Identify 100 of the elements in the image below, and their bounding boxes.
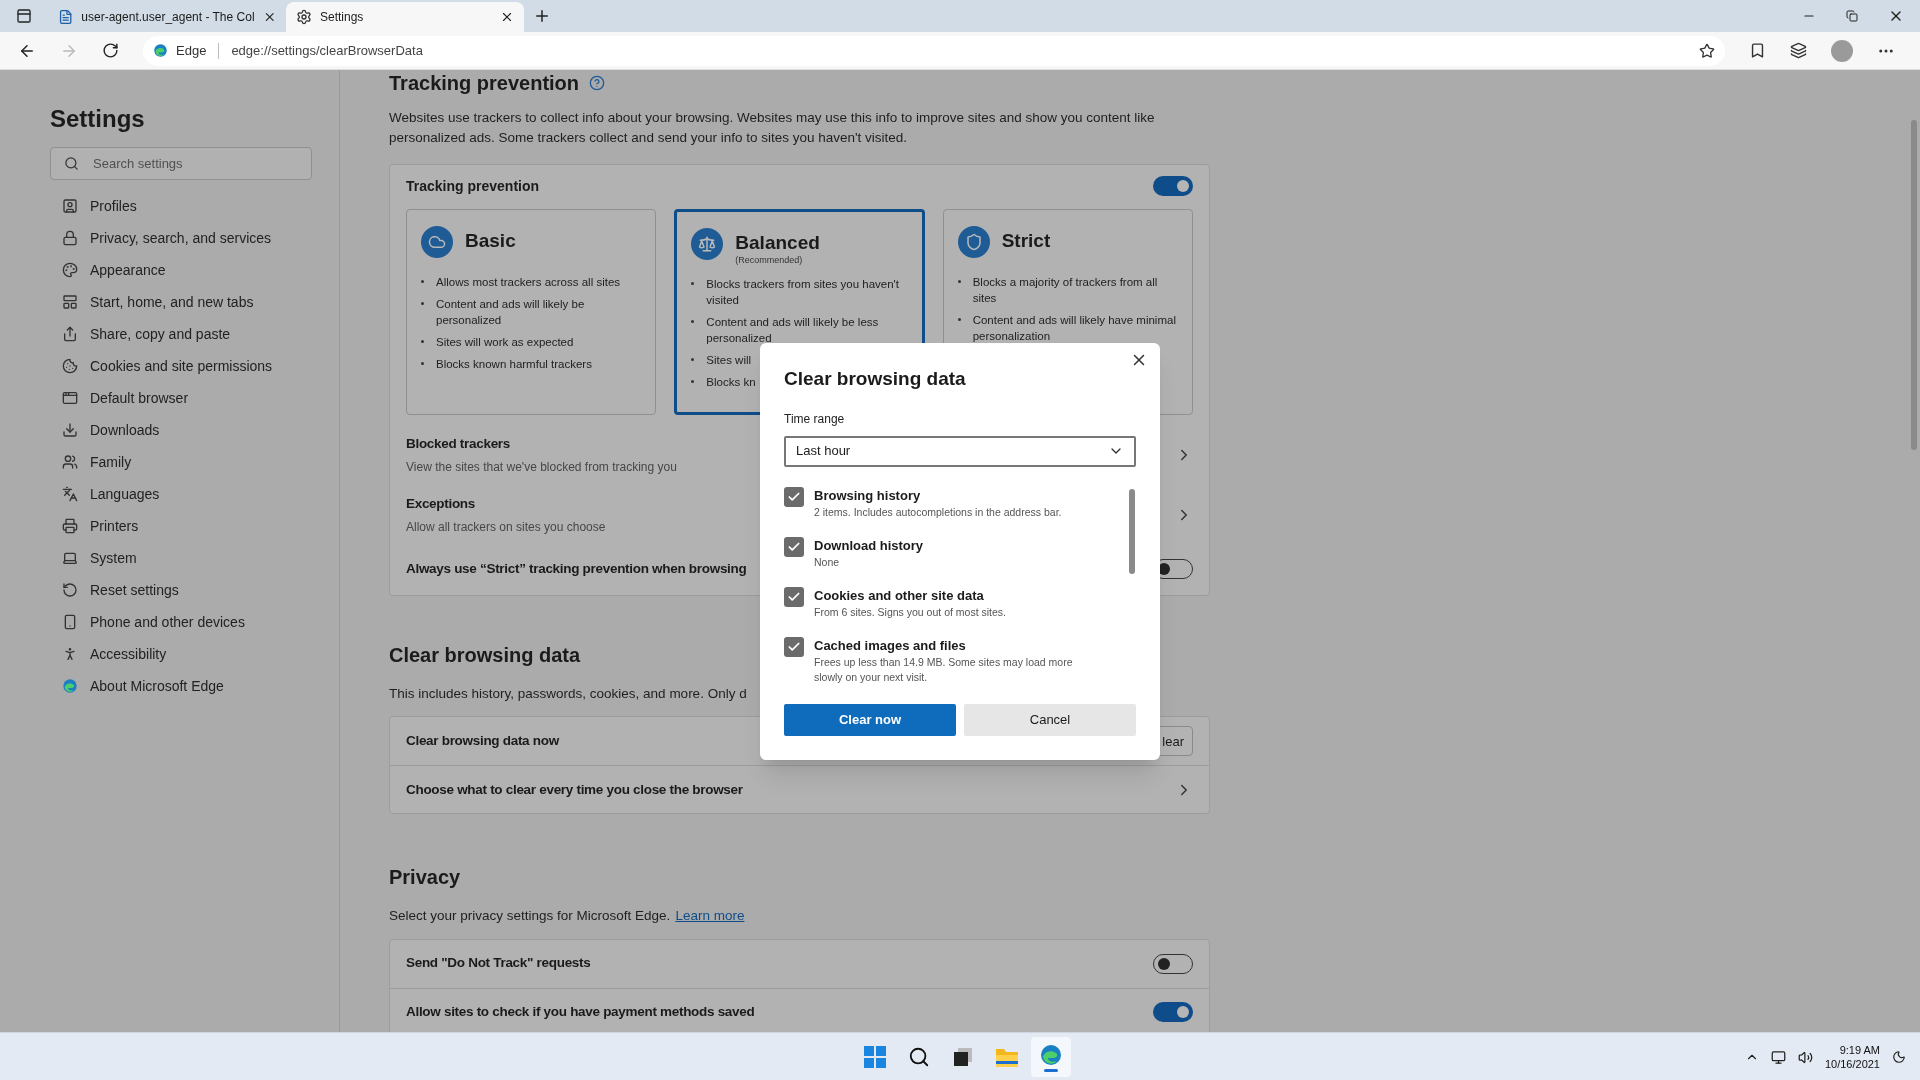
tab-actions-icon[interactable] [16, 8, 32, 24]
checkbox[interactable] [784, 536, 804, 557]
setting-label: Send "Do Not Track" requests [406, 954, 591, 973]
search-field[interactable]: Search settings [50, 147, 312, 180]
option-label: Download history [814, 536, 925, 555]
sidebar-item[interactable]: System [50, 542, 312, 574]
bullet-icon [957, 280, 961, 283]
address-field[interactable]: Edge edge://settings/clearBrowserData [143, 35, 1725, 66]
collections-icon[interactable] [1790, 42, 1807, 59]
sidebar-item[interactable]: About Microsoft Edge [50, 670, 312, 702]
scrollbar-thumb[interactable] [1911, 120, 1917, 450]
person-icon [62, 646, 78, 662]
sidebar-item[interactable]: Appearance [50, 254, 312, 286]
moon-icon[interactable] [1892, 1050, 1906, 1064]
page-icon [58, 9, 74, 25]
section-description: This includes history, passwords, cookies, and more. Only d [389, 685, 747, 703]
shield-badge-icon [957, 226, 990, 258]
close-icon[interactable] [500, 10, 514, 24]
sidebar-item[interactable]: Profiles [50, 190, 312, 222]
add-favorite-icon[interactable] [1699, 42, 1715, 59]
toggle-switch[interactable] [1153, 176, 1193, 196]
favorites-icon[interactable] [1749, 42, 1766, 59]
printer-icon [62, 518, 78, 534]
option-label: Cookies and other site data [814, 586, 985, 605]
bullet-icon [421, 302, 424, 305]
sidebar-item[interactable]: Default browser [50, 382, 312, 414]
sidebar-item[interactable]: Languages [50, 478, 312, 510]
option-label: Cached images and files [814, 636, 967, 655]
option-bullet: Blocks known harmful trackers [436, 357, 592, 372]
window-icon [62, 390, 78, 406]
bullet-icon [691, 281, 695, 285]
share-icon [62, 326, 78, 342]
search-icon [64, 156, 79, 171]
option-bullet: Sites will [706, 352, 752, 368]
tab-title: Settings [320, 9, 365, 26]
toggle-switch[interactable] [1153, 1002, 1193, 1022]
checkbox[interactable] [784, 586, 804, 607]
bullet-icon [691, 319, 695, 323]
browser-tab[interactable]: Settings [286, 2, 524, 32]
setting-label: Allow sites to check if you have payment methods saved [406, 1002, 755, 1021]
clock-date[interactable]: 10/16/2021 [1824, 1057, 1880, 1071]
scrollbar-thumb[interactable] [1129, 488, 1135, 574]
option-label: Browsing history [814, 486, 922, 505]
clear-now-button[interactable]: Clear now [784, 703, 956, 736]
folder-icon[interactable] [995, 1046, 1019, 1068]
learn-more-link[interactable]: Learn more [675, 906, 745, 927]
sidebar-item[interactable]: Accessibility [50, 638, 312, 670]
time-range-dropdown[interactable]: Last hour [784, 435, 1136, 467]
sidebar-item[interactable]: Start, home, and new tabs [50, 286, 312, 318]
reset-icon [62, 582, 78, 598]
new-tab-icon[interactable] [533, 7, 551, 25]
option-detail: From 6 sites. Signs you out of most sites. [814, 604, 1007, 620]
sidebar-item[interactable]: Downloads [50, 414, 312, 446]
sidebar-item[interactable]: Family [50, 446, 312, 478]
profile-card-icon [62, 198, 78, 214]
clock-time[interactable]: 9:19 AM [1839, 1043, 1880, 1057]
sidebar-item[interactable]: Share, copy and paste [50, 318, 312, 350]
avatar[interactable] [1831, 39, 1853, 62]
sidebar-item[interactable]: Phone and other devices [50, 606, 312, 638]
option-bullet: Allows most trackers across all sites [436, 275, 621, 290]
refresh-icon[interactable] [102, 42, 119, 59]
volume-icon[interactable] [1797, 1049, 1813, 1065]
laptop-icon [62, 550, 78, 566]
network-icon[interactable] [1770, 1049, 1786, 1065]
option-bullet: Sites will work as expected [436, 335, 574, 350]
option-bullet: Content and ads will likely be personalized [436, 297, 586, 328]
section-heading: Tracking prevention [389, 71, 580, 96]
languages-icon [62, 486, 78, 502]
section-heading: Clear browsing data [389, 643, 581, 668]
tab-title: user-agent.user_agent - The Col [81, 9, 255, 26]
task-view-icon[interactable] [952, 1046, 974, 1068]
level-option-card[interactable]: Basic Allows most trackers across all sites Content and ads will likely be personalized Sites will work as expected Blocks known harmful trackers [406, 209, 657, 415]
taskbar-app[interactable] [1031, 1037, 1071, 1077]
search-icon[interactable] [908, 1046, 930, 1068]
setting-label: Choose what to clear every time you close the browser [406, 780, 743, 799]
setting-label: Exceptions [406, 494, 477, 513]
sidebar-item[interactable]: Printers [50, 510, 312, 542]
cloud-badge-icon [421, 226, 453, 258]
restore-icon[interactable] [1846, 10, 1858, 22]
section-description: Select your privacy settings for Microsoft Edge. [389, 907, 671, 926]
cancel-button[interactable]: Cancel [964, 703, 1136, 736]
sidebar-item[interactable]: Privacy, search, and services [50, 222, 312, 254]
sidebar-item[interactable]: Reset settings [50, 574, 312, 606]
checkbox[interactable] [784, 636, 804, 657]
layout-icon [62, 294, 78, 310]
phone-icon [62, 614, 78, 630]
download-icon [62, 422, 78, 438]
sidebar-item[interactable]: Cookies and site permissions [50, 350, 312, 382]
option-bullet: Content and ads will likely be less personalized [706, 314, 880, 346]
scales-badge-icon [691, 228, 724, 260]
swirl-logo-icon [1039, 1042, 1063, 1067]
setting-description: Allow all trackers on sites you choose [406, 519, 606, 537]
setting-label: Tracking prevention [406, 176, 540, 196]
help-icon[interactable] [589, 75, 606, 91]
bullet-icon [691, 357, 695, 361]
bullet-icon [691, 379, 695, 383]
bullet-icon [421, 362, 424, 365]
checkbox[interactable] [784, 486, 804, 507]
people-icon [62, 454, 78, 470]
swirl-logo-icon [153, 43, 168, 58]
